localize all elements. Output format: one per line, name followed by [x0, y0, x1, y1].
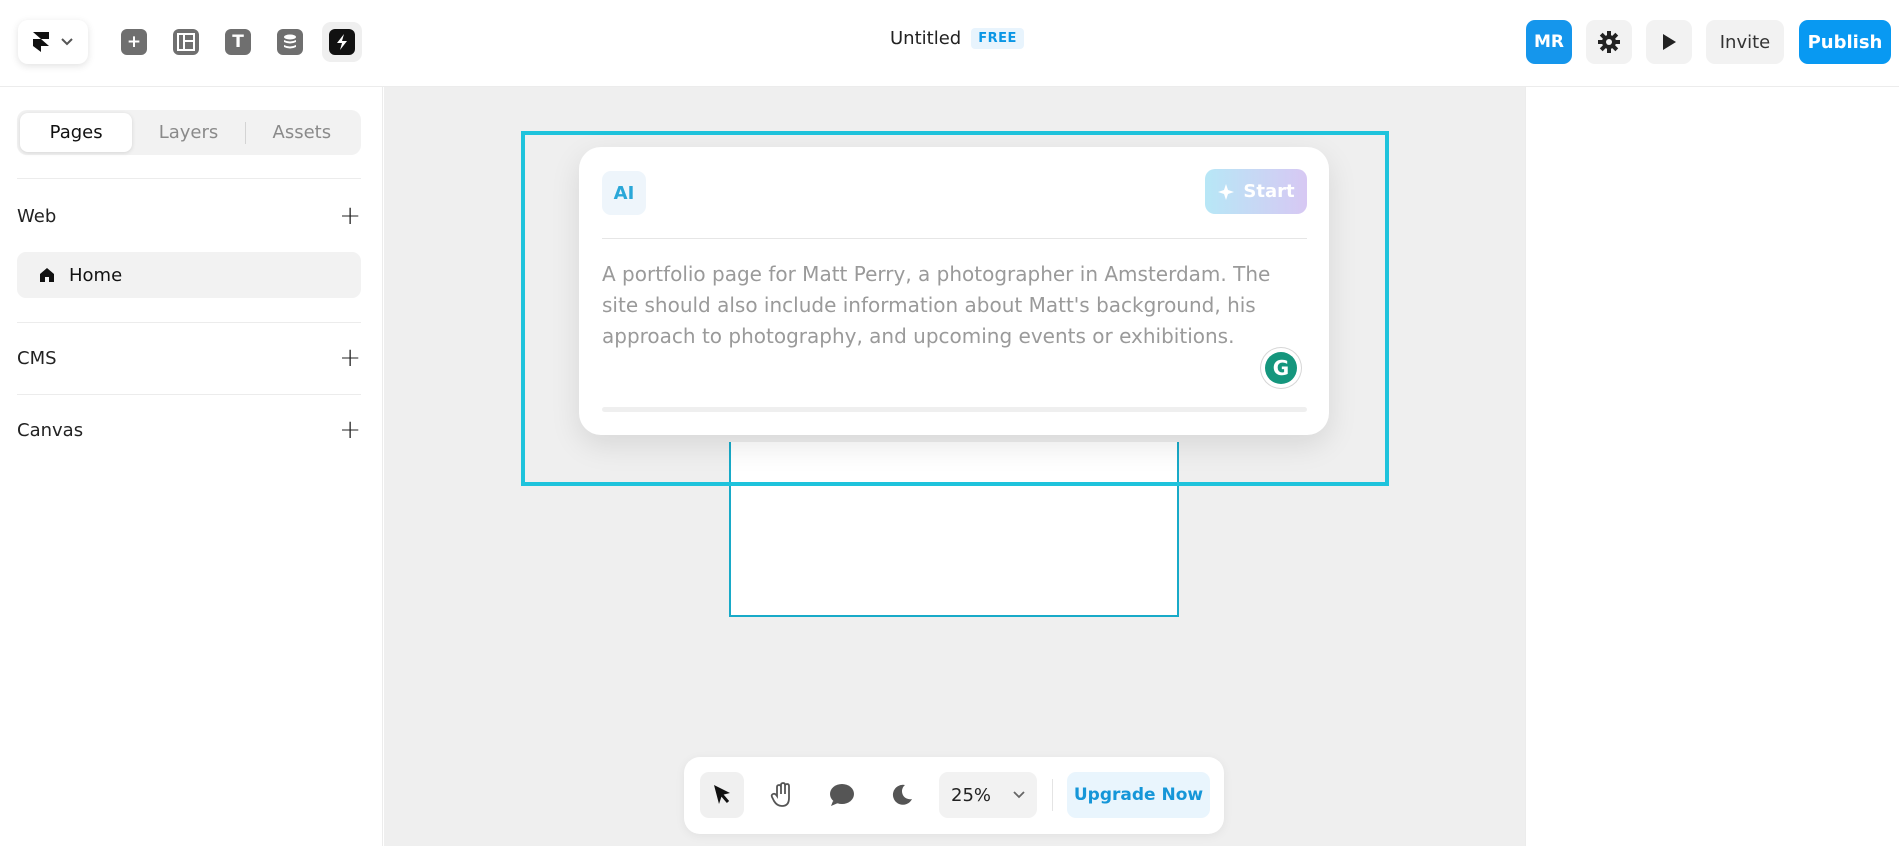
sparkle-icon [1218, 183, 1235, 200]
comment-icon [830, 784, 854, 806]
tab-pages[interactable]: Pages [20, 113, 133, 152]
project-title-group: Untitled FREE [890, 28, 1024, 49]
comment-tool-button[interactable] [820, 772, 864, 818]
divider [1052, 779, 1053, 811]
home-icon [40, 268, 54, 282]
text-icon: T [225, 29, 251, 55]
page-label-home: Home [69, 264, 123, 286]
ai-icon: AI [602, 171, 646, 215]
section-title-web: Web [17, 205, 57, 227]
dark-mode-button[interactable] [880, 772, 924, 818]
sidebar-item-home[interactable]: Home [17, 252, 361, 298]
right-properties-panel [1525, 87, 1899, 846]
framer-logo-icon [33, 32, 49, 52]
ai-prompt-input[interactable]: A portfolio page for Matt Perry, a photo… [602, 259, 1302, 352]
plan-badge: FREE [971, 28, 1024, 49]
add-icon: + [121, 29, 147, 55]
lightning-icon [329, 29, 355, 55]
play-icon [1663, 34, 1676, 50]
start-button[interactable]: Start [1205, 169, 1307, 214]
divider [17, 322, 361, 323]
left-sidebar: Pages Layers Assets Web + Home CMS + Can… [0, 87, 383, 846]
ai-button[interactable] [322, 22, 362, 62]
add-cms-collection-icon[interactable]: + [339, 345, 361, 371]
text-button[interactable]: T [218, 22, 258, 62]
add-web-page-icon[interactable]: + [339, 203, 361, 229]
layout-button[interactable] [166, 22, 206, 62]
hand-tool-button[interactable] [760, 772, 804, 818]
cursor-icon [714, 785, 730, 804]
insert-button[interactable]: + [114, 22, 154, 62]
tab-assets[interactable]: Assets [246, 113, 358, 152]
invite-button[interactable]: Invite [1706, 20, 1784, 64]
grammarly-icon: G [1265, 352, 1297, 384]
design-canvas[interactable]: AI Start A portfolio page for Matt Perry… [384, 87, 1525, 846]
divider [17, 178, 361, 179]
cms-button[interactable] [270, 22, 310, 62]
moon-icon [892, 784, 912, 805]
tab-layers[interactable]: Layers [132, 113, 244, 152]
canvas-toolbar: 25% Upgrade Now [684, 757, 1224, 834]
settings-button[interactable] [1586, 20, 1632, 64]
sidebar-tabs: Pages Layers Assets [17, 110, 361, 155]
section-canvas: Canvas + [17, 415, 361, 445]
database-icon [277, 29, 303, 55]
select-tool-button[interactable] [700, 772, 744, 818]
progress-track [602, 407, 1307, 412]
chevron-down-icon [61, 38, 73, 46]
preview-button[interactable] [1646, 20, 1692, 64]
upgrade-button[interactable]: Upgrade Now [1067, 772, 1210, 818]
grammarly-button[interactable]: G [1261, 348, 1301, 388]
divider [602, 238, 1307, 239]
app-menu-button[interactable] [18, 20, 88, 64]
zoom-value: 25% [951, 784, 992, 806]
section-title-cms: CMS [17, 347, 57, 369]
chevron-down-icon [1013, 791, 1025, 799]
ai-prompt-card: AI Start A portfolio page for Matt Perry… [579, 147, 1329, 435]
top-toolbar: + T Untitled FREE MR Invite Publish [0, 0, 1899, 87]
user-avatar[interactable]: MR [1526, 20, 1572, 64]
project-title[interactable]: Untitled [890, 28, 961, 49]
publish-button[interactable]: Publish [1799, 20, 1891, 64]
divider [17, 394, 361, 395]
add-canvas-icon[interactable]: + [339, 417, 361, 443]
layout-icon [173, 29, 199, 55]
section-web: Web + [17, 201, 361, 231]
gear-icon [1598, 31, 1620, 53]
section-title-canvas: Canvas [17, 419, 84, 441]
hand-icon [770, 782, 790, 807]
zoom-select[interactable]: 25% [939, 772, 1037, 818]
section-cms: CMS + [17, 343, 361, 373]
start-button-label: Start [1243, 181, 1295, 202]
